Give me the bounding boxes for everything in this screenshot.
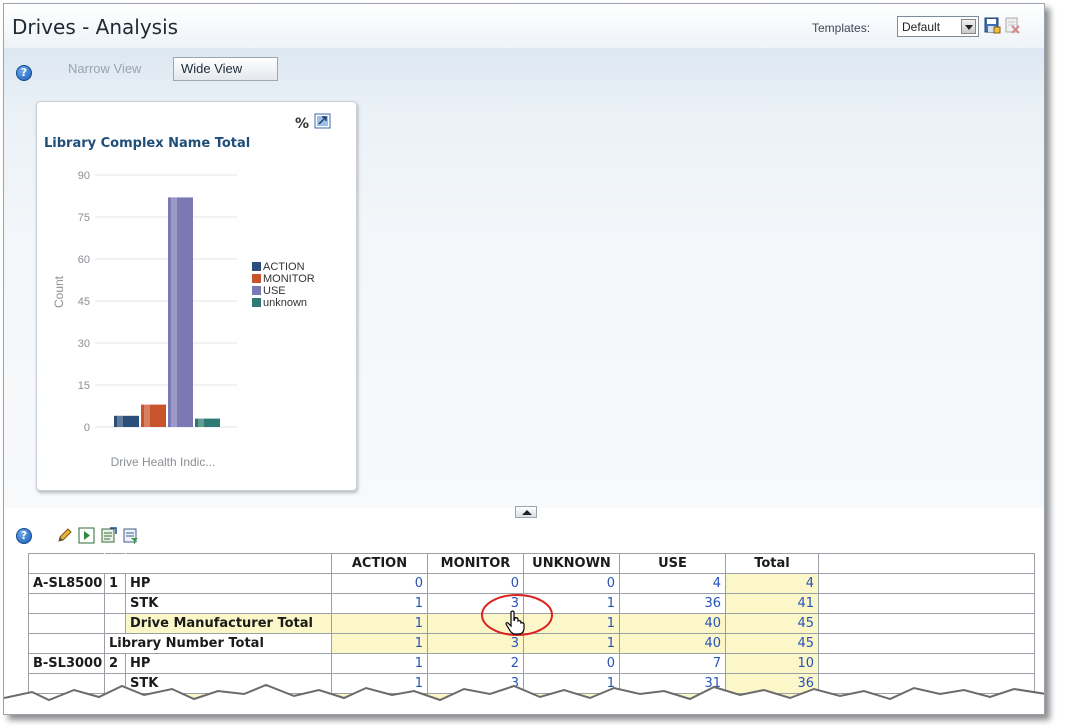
chart-card: % Library Complex Name Total 0 15 30 45 60 75…: [36, 101, 357, 491]
filter-icon[interactable]: [122, 527, 139, 544]
pivot-corner: [28, 553, 105, 574]
legend-label: unknown: [263, 297, 307, 309]
value-cell[interactable]: 4: [619, 573, 726, 594]
pivot-filler: [818, 553, 1035, 574]
pivot-filler: [818, 633, 1035, 654]
column-header[interactable]: UNKNOWN: [523, 553, 620, 574]
y-tick-label: 60: [78, 254, 90, 266]
narrow-view-button[interactable]: Narrow View: [60, 57, 166, 81]
chart-title: Library Complex Name Total: [44, 136, 250, 151]
collapse-panel-handle[interactable]: [515, 506, 537, 518]
legend-swatch: [252, 274, 261, 283]
value-cell[interactable]: 40: [619, 633, 726, 654]
row-group-cell: [104, 613, 126, 634]
bar-use[interactable]: [168, 197, 193, 427]
value-cell[interactable]: 4: [725, 573, 819, 594]
y-tick-label: 90: [78, 170, 90, 182]
hand-cursor-icon: [505, 610, 525, 635]
bar-highlight: [198, 418, 204, 427]
value-cell[interactable]: 41: [725, 593, 819, 614]
bar-highlight: [117, 415, 123, 427]
y-tick-label: 0: [84, 422, 90, 434]
row-group-cell: [28, 613, 105, 634]
pencil-icon[interactable]: [56, 527, 73, 544]
row-group-cell: 1: [104, 573, 126, 594]
value-cell[interactable]: 1: [331, 633, 428, 654]
table-help-icon[interactable]: ?: [16, 528, 32, 544]
save-template-icon[interactable]: [984, 17, 1001, 34]
bar-monitor[interactable]: [141, 404, 166, 427]
svg-text:%: %: [295, 116, 309, 132]
bars-group: [114, 197, 220, 427]
delete-template-icon[interactable]: [1004, 17, 1021, 34]
analysis-window: Drives - Analysis Templates: Default ? N…: [3, 3, 1045, 715]
legend-swatch: [252, 298, 261, 307]
page-header: Drives - Analysis Templates: Default: [4, 4, 1044, 48]
export-icon[interactable]: [100, 527, 117, 544]
wide-view-button[interactable]: Wide View: [173, 57, 278, 81]
run-icon[interactable]: [78, 527, 95, 544]
help-icon[interactable]: ?: [16, 65, 32, 81]
value-cell[interactable]: 45: [725, 613, 819, 634]
y-tick-label: 45: [78, 296, 90, 308]
legend-label: USE: [263, 285, 286, 297]
row-group-cell: [28, 633, 105, 654]
row-label-cell: STK: [125, 593, 332, 614]
value-cell[interactable]: 36: [619, 593, 726, 614]
legend-label: MONITOR: [263, 273, 315, 285]
templates-select-value: Default: [902, 20, 941, 34]
bar-unknown[interactable]: [195, 418, 220, 427]
column-header[interactable]: USE: [619, 553, 726, 574]
legend-label: ACTION: [263, 261, 305, 273]
pivot-filler: [818, 593, 1035, 614]
value-cell[interactable]: 40: [619, 613, 726, 634]
pivot-corner: [104, 553, 126, 574]
legend-swatch: [252, 286, 261, 295]
column-header[interactable]: ACTION: [331, 553, 428, 574]
y-axis: 0 15 30 45 60 75 90: [78, 170, 237, 434]
pivot-header-row: ACTION MONITOR UNKNOWN USE Total: [28, 553, 1035, 574]
bar-highlight: [171, 197, 177, 427]
y-tick-label: 75: [78, 212, 90, 224]
pivot-filler: [818, 613, 1035, 634]
value-cell[interactable]: 45: [725, 633, 819, 654]
chart-legend: ACTIONMONITORUSEunknown: [252, 261, 315, 309]
x-axis-label: Drive Health Indic...: [111, 455, 216, 469]
column-header[interactable]: MONITOR: [427, 553, 524, 574]
torn-edge: [4, 683, 1044, 714]
column-header[interactable]: Total: [725, 553, 819, 574]
templates-select[interactable]: Default: [897, 16, 979, 37]
chevron-down-icon[interactable]: [961, 19, 976, 34]
pivot-filler: [818, 573, 1035, 594]
row-group-cell: [28, 593, 105, 614]
value-cell[interactable]: 0: [331, 573, 428, 594]
value-cell[interactable]: 0: [523, 573, 620, 594]
bar-highlight: [144, 404, 150, 427]
row-label-cell: Drive Manufacturer Total: [125, 613, 332, 634]
pivot-corner: [125, 553, 332, 574]
bar-chart: % Library Complex Name Total 0 15 30 45 60 75…: [44, 113, 331, 469]
legend-swatch: [252, 262, 261, 271]
row-group-cell: A-SL8500: [28, 573, 105, 594]
page-title: Drives - Analysis: [12, 15, 179, 39]
bar-action[interactable]: [114, 415, 139, 427]
maximize-icon[interactable]: [314, 113, 331, 129]
value-cell[interactable]: 1: [331, 593, 428, 614]
value-cell[interactable]: 1: [331, 613, 428, 634]
y-tick-label: 30: [78, 338, 90, 350]
templates-label: Templates:: [812, 21, 871, 35]
value-cell[interactable]: 0: [427, 573, 524, 594]
table-row: A-SL8500 1 HP 0 0 0 4 4: [28, 573, 1035, 594]
percent-icon[interactable]: %: [295, 116, 309, 132]
row-group-cell: [104, 593, 126, 614]
row-label-cell: Library Number Total: [104, 633, 332, 654]
y-axis-label: Count: [52, 275, 66, 308]
y-tick-label: 15: [78, 380, 90, 392]
row-label-cell: HP: [125, 573, 332, 594]
